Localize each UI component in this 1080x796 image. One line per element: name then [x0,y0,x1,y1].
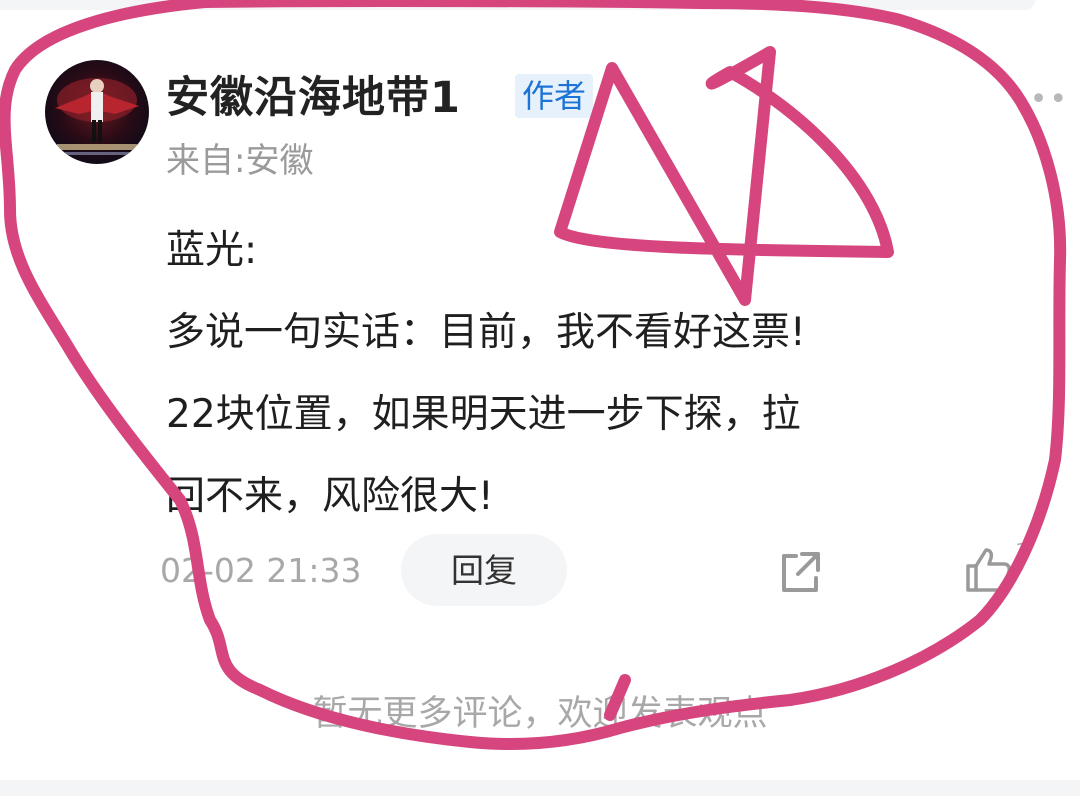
no-more-comments-text: 暂无更多评论，欢迎发表观点 [312,694,768,734]
thumbs-up-icon[interactable] [962,544,1014,596]
like-count: 2 [1016,540,1028,561]
avatar-image [55,78,139,155]
author-badge: 作者 [515,74,594,118]
more-dots-icon[interactable]: ••• [1010,82,1069,117]
username[interactable]: 安徽沿海地带1 [166,70,461,126]
reply-button[interactable]: 回复 [401,534,567,606]
previous-card-edge [0,0,1035,10]
comment-body: 蓝光: 多说一句实话：目前，我不看好这票! 22块位置，如果明天进一步下探，拉 … [166,210,1026,538]
comment-line: 回不来，风险很大! [166,474,494,519]
comment-line: 蓝光: [166,228,258,273]
share-icon[interactable] [776,548,824,596]
comment-timestamp: 02-02 21:33 [160,551,362,590]
location-text: 来自:安徽 [166,141,314,181]
user-avatar[interactable] [45,60,149,164]
bottom-divider [0,780,1080,796]
comment-page: 安徽沿海地带1 作者 来自:安徽 ••• 蓝光: 多说一句实话：目前，我不看好这… [0,0,1080,796]
comment-line: 多说一句实话：目前，我不看好这票! [166,310,806,355]
comment-line: 22块位置，如果明天进一步下探，拉 [166,392,801,437]
